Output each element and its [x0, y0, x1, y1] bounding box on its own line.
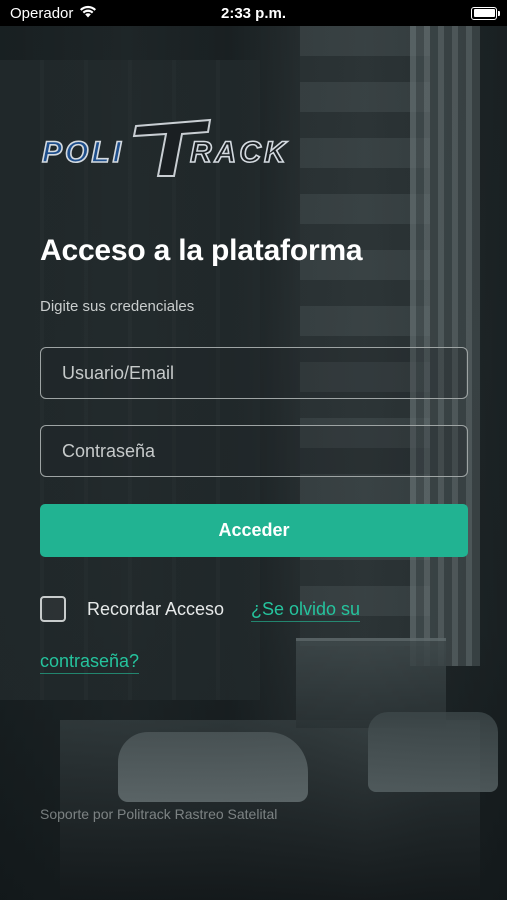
forgot-password-link[interactable]: ¿Se olvido su	[251, 599, 361, 622]
remember-checkbox[interactable]	[40, 596, 66, 622]
support-footer: Soporte por Politrack Rastreo Satelital	[40, 806, 278, 822]
remember-row: Recordar Acceso	[40, 596, 224, 622]
status-bar: Operador 2:33 p.m.	[0, 0, 507, 26]
password-input[interactable]: Contraseña	[40, 425, 468, 477]
page-subtitle: Digite sus credenciales	[40, 298, 195, 315]
username-input[interactable]: Usuario/Email	[40, 347, 468, 399]
svg-text:POLI: POLI	[42, 136, 124, 169]
login-button[interactable]: Acceder	[40, 504, 468, 557]
wifi-icon	[79, 5, 97, 22]
svg-text:RACK: RACK	[190, 136, 289, 169]
remember-label[interactable]: Recordar Acceso	[87, 599, 224, 620]
politrack-logo: POLI RACK	[41, 118, 289, 177]
carrier-name: Operador	[10, 4, 74, 22]
username-placeholder: Usuario/Email	[62, 362, 175, 383]
page-title: Acceso a la plataforma	[40, 234, 363, 267]
battery-icon	[471, 6, 500, 20]
password-placeholder: Contraseña	[62, 440, 156, 461]
forgot-password-link-continued[interactable]: contraseña?	[40, 651, 140, 674]
